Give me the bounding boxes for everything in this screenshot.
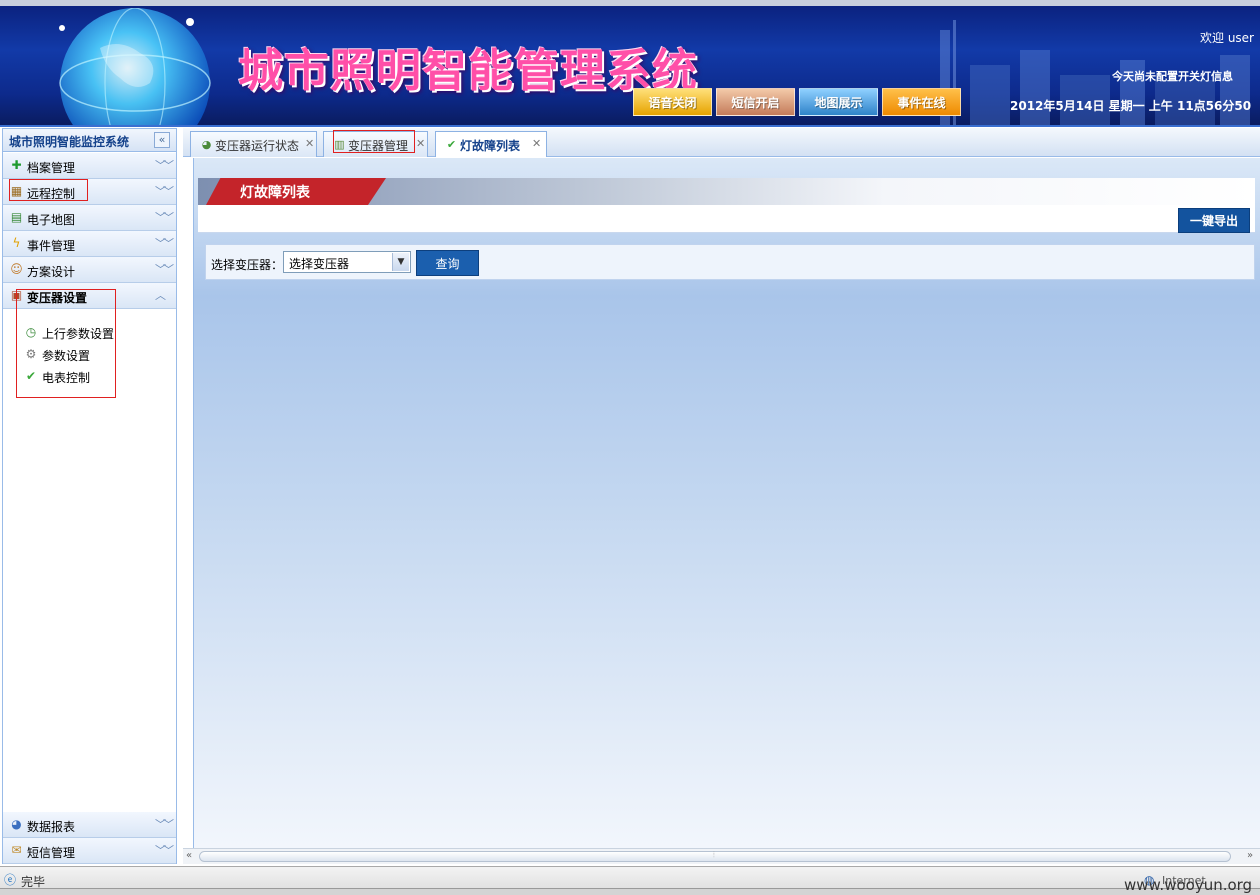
panel-title-ribbon: 灯故障列表 <box>206 178 386 205</box>
grid-icon: ▥ <box>334 138 345 151</box>
sidebar-header: 城市照明智能监控系统 « <box>3 129 176 152</box>
sidebar-item-event[interactable]: ϟ 事件管理 ﹀﹀ <box>3 231 176 257</box>
remote-control-icon: ▦ <box>10 184 23 198</box>
grip-icon: ⦙ <box>713 850 715 859</box>
chevron-down-icon: ﹀﹀ <box>155 211 174 224</box>
sidebar-item-reports[interactable]: ◕ 数据报表 ﹀﹀ <box>3 812 176 838</box>
sidebar-item-label: 档案管理 <box>27 161 76 175</box>
sidebar-item-sms[interactable]: ✉ 短信管理 ﹀﹀ <box>3 838 176 864</box>
plus-icon: ✚ <box>11 158 22 172</box>
sms-toggle-button[interactable]: 短信开启 <box>716 88 795 116</box>
select-value: 选择变压器 <box>289 257 350 271</box>
sidebar: 城市照明智能监控系统 « ✚ 档案管理 ﹀﹀ ▦ 远程控制 ﹀﹀ ▤ 电子地图 … <box>2 128 177 864</box>
submenu-label: 电表控制 <box>42 371 91 385</box>
globe-logo-icon <box>59 8 211 125</box>
sidebar-item-transformer[interactable]: ▣ 变压器设置 ︿ <box>3 283 176 309</box>
taskbar-strip <box>0 888 1260 895</box>
submenu-label: 参数设置 <box>42 349 91 363</box>
submenu-label: 上行参数设置 <box>42 327 115 341</box>
app-window: 城市照明智能管理系统 语音关闭 短信开启 地图展示 事件在线 欢迎 user 今… <box>0 0 1260 895</box>
scroll-left-icon[interactable]: « <box>186 850 192 861</box>
status-icon: ◕ <box>201 138 212 151</box>
chevron-down-icon: ﹀﹀ <box>155 844 174 857</box>
event-online-button[interactable]: 事件在线 <box>882 88 961 116</box>
user-icon: ☺ <box>10 262 23 276</box>
collapse-sidebar-button[interactable]: « <box>154 132 170 148</box>
sidebar-item-label: 事件管理 <box>27 239 76 253</box>
sidebar-item-archive[interactable]: ✚ 档案管理 ﹀﹀ <box>3 153 176 179</box>
page-done-icon: ⓔ <box>4 873 17 887</box>
sidebar-item-label: 方案设计 <box>27 265 76 279</box>
chevron-down-icon: ﹀﹀ <box>155 818 174 831</box>
sidebar-item-label: 远程控制 <box>27 187 76 201</box>
sidebar-item-label: 数据报表 <box>27 820 76 834</box>
sidebar-item-remote-control[interactable]: ▦ 远程控制 ﹀﹀ <box>3 179 176 205</box>
export-button[interactable]: 一键导出 <box>1178 208 1250 233</box>
sidebar-item-emap[interactable]: ▤ 电子地图 ﹀﹀ <box>3 205 176 231</box>
close-icon[interactable]: ✕ <box>416 137 425 150</box>
main-content: 灯故障列表 一键导出 选择变压器： 选择变压器 ▼ 查询 <box>193 158 1260 848</box>
watermark: www.wooyun.org <box>1124 876 1253 894</box>
chevron-down-icon: ﹀﹀ <box>155 237 174 250</box>
clock-icon: ◷ <box>25 325 37 339</box>
datetime-text: 2012年5月14日 星期一 上午 11点56分50 <box>1010 99 1252 113</box>
chevron-down-icon: ﹀﹀ <box>155 263 174 276</box>
scrollbar-thumb[interactable]: ⦙ <box>199 850 1231 862</box>
chevron-down-icon: ﹀﹀ <box>155 159 174 172</box>
header-banner: 城市照明智能管理系统 语音关闭 短信开启 地图展示 事件在线 欢迎 user 今… <box>0 0 1260 127</box>
sidebar-item-plan[interactable]: ☺ 方案设计 ﹀﹀ <box>3 257 176 283</box>
panel-title: 灯故障列表 <box>240 185 310 201</box>
voice-toggle-button[interactable]: 语音关闭 <box>633 88 712 116</box>
map-display-button[interactable]: 地图展示 <box>799 88 878 116</box>
sidebar-title: 城市照明智能监控系统 <box>9 135 130 149</box>
filter-label: 选择变压器： <box>211 258 284 272</box>
panel-toolbar: 一键导出 <box>198 205 1255 233</box>
tab-transformer-manage[interactable]: ▥ 变压器管理 ✕ <box>323 131 428 157</box>
lightning-icon: ϟ <box>12 236 21 250</box>
query-button[interactable]: 查询 <box>416 250 479 276</box>
tab-label: 变压器运行状态 <box>215 139 300 153</box>
chevron-up-icon: ︿ <box>155 289 166 302</box>
sidebar-item-label: 短信管理 <box>27 846 76 860</box>
tab-transformer-status[interactable]: ◕ 变压器运行状态 ✕ <box>190 131 317 157</box>
transformer-icon: ▣ <box>10 288 23 302</box>
report-icon: ◕ <box>11 817 22 831</box>
browser-top-edge <box>0 0 1260 6</box>
gear-icon: ⚙ <box>25 347 37 361</box>
check-icon: ✔ <box>446 138 457 151</box>
sidebar-item-label: 电子地图 <box>27 213 76 227</box>
fault-list-panel: 灯故障列表 一键导出 选择变压器： 选择变压器 ▼ 查询 <box>198 178 1255 848</box>
welcome-text: 欢迎 user <box>1200 31 1254 45</box>
filter-bar: 选择变压器： 选择变压器 ▼ 查询 <box>205 244 1255 280</box>
scroll-right-icon[interactable]: » <box>1247 850 1253 861</box>
tab-bar: ◕ 变压器运行状态 ✕ ▥ 变压器管理 ✕ ✔ 灯故障列表 ✕ <box>183 128 1260 157</box>
check-icon: ✔ <box>25 369 37 383</box>
tab-label: 灯故障列表 <box>460 139 521 153</box>
map-icon: ▤ <box>10 210 23 224</box>
chevron-down-icon[interactable]: ▼ <box>392 253 409 271</box>
close-icon[interactable]: ✕ <box>305 137 314 150</box>
sidebar-item-label: 变压器设置 <box>27 291 88 305</box>
tab-label: 变压器管理 <box>348 139 409 153</box>
tab-lamp-fault-list[interactable]: ✔ 灯故障列表 ✕ <box>435 131 547 157</box>
horizontal-scrollbar[interactable]: « ⦙ » <box>183 848 1260 864</box>
today-info-text: 今天尚未配置开关灯信息 <box>1112 70 1233 83</box>
mail-icon: ✉ <box>11 843 22 857</box>
transformer-select[interactable]: 选择变压器 ▼ <box>283 251 411 273</box>
chevron-down-icon: ﹀﹀ <box>155 185 174 198</box>
system-title: 城市照明智能管理系统 <box>238 44 699 97</box>
panel-banner: 灯故障列表 <box>198 178 1255 205</box>
close-icon[interactable]: ✕ <box>532 137 541 150</box>
